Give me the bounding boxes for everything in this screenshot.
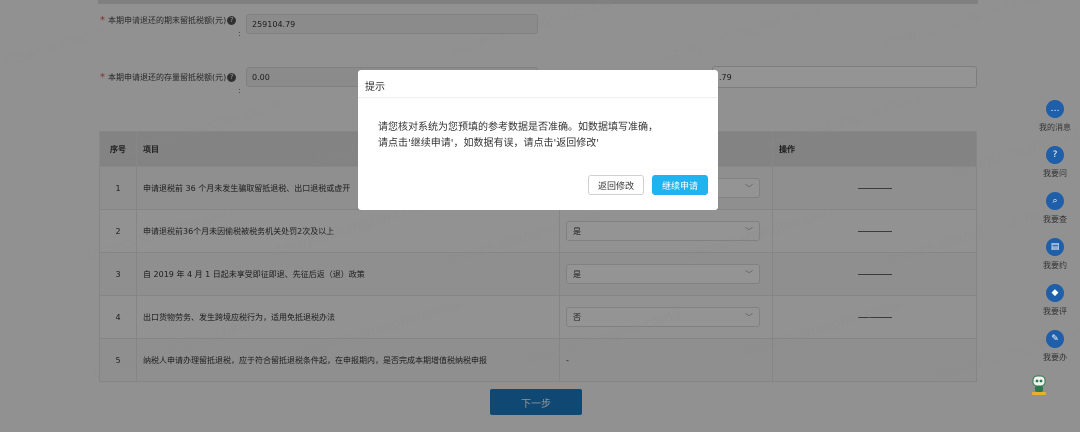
dialog-message-line: 请点击'继续申请'，如数据有误，请点击'返回修改' bbox=[378, 138, 599, 149]
rail-label: 我的消息 bbox=[1039, 123, 1071, 132]
rail-label: 我要约 bbox=[1043, 261, 1067, 270]
service-rail: … 我的消息 ? 我要问 ⌕ 我要查 ▤ 我要约 ◆ 我要评 ✎ 我要办 bbox=[1030, 98, 1080, 399]
rail-label: 我要问 bbox=[1043, 169, 1067, 178]
dialog-message-line: 请您核对系统为您预填的参考数据是否准确。如数据填写准确， bbox=[378, 122, 658, 133]
rail-item-rate[interactable]: ◆ 我要评 bbox=[1030, 282, 1080, 328]
rail-item-ask[interactable]: ? 我要问 bbox=[1030, 144, 1080, 190]
search-icon: ⌕ bbox=[1046, 192, 1064, 210]
rail-item-messages[interactable]: … 我的消息 bbox=[1030, 98, 1080, 144]
back-to-edit-button[interactable]: 返回修改 bbox=[588, 175, 644, 195]
edit-icon: ✎ bbox=[1046, 330, 1064, 348]
modal-overlay bbox=[0, 0, 1080, 432]
message-icon: … bbox=[1046, 100, 1064, 118]
rail-label: 我要查 bbox=[1043, 215, 1067, 224]
rail-item-handle[interactable]: ✎ 我要办 bbox=[1030, 328, 1080, 374]
continue-apply-button[interactable]: 继续申请 bbox=[652, 175, 708, 195]
dialog-title: 提示 bbox=[365, 82, 385, 93]
dialog-message: 请您核对系统为您预填的参考数据是否准确。如数据填写准确， 请点击'继续申请'，如… bbox=[378, 120, 698, 152]
rail-item-search[interactable]: ⌕ 我要查 bbox=[1030, 190, 1080, 236]
rate-icon: ◆ bbox=[1046, 284, 1064, 302]
question-icon: ? bbox=[1046, 146, 1064, 164]
rail-label: 我要办 bbox=[1043, 353, 1067, 362]
calendar-icon: ▤ bbox=[1046, 238, 1064, 256]
dialog-divider bbox=[358, 97, 718, 98]
confirm-dialog: 提示 请您核对系统为您预填的参考数据是否准确。如数据填写准确， 请点击'继续申请… bbox=[358, 70, 718, 210]
rail-label: 我要评 bbox=[1043, 307, 1067, 316]
robot-assistant-icon[interactable] bbox=[1030, 374, 1048, 396]
rail-item-appointment[interactable]: ▤ 我要约 bbox=[1030, 236, 1080, 282]
